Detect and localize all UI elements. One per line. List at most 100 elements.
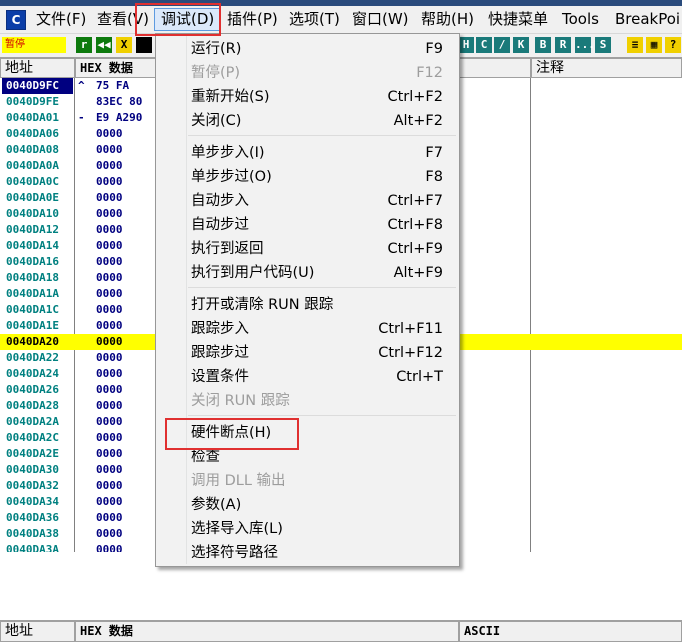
close-icon[interactable]: X [116, 37, 132, 53]
menu-item-label: 调用 DLL 输出 [191, 473, 286, 489]
debug-menu-item[interactable]: 选择符号路径 [191, 541, 443, 565]
source-icon[interactable]: S [595, 37, 611, 53]
menu-item-shortcut: Ctrl+F7 [387, 193, 443, 209]
row-hex-data: 0000 [96, 239, 123, 252]
handles-icon[interactable]: H [458, 37, 474, 53]
restart-icon[interactable]: r [76, 37, 92, 53]
row-address: 0040DA24 [6, 367, 59, 380]
run-trace-icon[interactable]: ... [575, 37, 595, 53]
annotation-box-hardware-breakpoint [165, 418, 299, 450]
menu-separator [188, 135, 456, 136]
menu-item-label: 单步步入(I) [191, 145, 265, 161]
debug-dropdown-menu: 运行(R) F9 暂停(P) F12 重新开始(S) Ctrl+F2 关闭(C) Alt+F2… [155, 33, 460, 567]
row-hex-data: 83EC 80 [96, 95, 143, 108]
row-hex-data: 0000 [96, 159, 123, 172]
menu-item-shortcut: Ctrl+T [396, 369, 443, 385]
dump-ascii-header[interactable]: ASCII [459, 621, 682, 642]
menu-separator [188, 287, 456, 288]
row-address: 0040DA2A [6, 415, 59, 428]
row-hex-data: 0000 [96, 431, 123, 444]
debug-menu-item[interactable]: 跟踪步过 Ctrl+F12 [191, 341, 443, 365]
debug-menu-item[interactable]: 选择导入库(L) [191, 517, 443, 541]
grid-icon[interactable]: ▦ [646, 37, 662, 53]
breakpoints-icon[interactable]: B [535, 37, 551, 53]
row-hex-data: 0000 [96, 255, 123, 268]
row-hex-data: 0000 [96, 447, 123, 460]
row-address: 0040DA1A [6, 287, 59, 300]
menu-help[interactable]: 帮助(H) [415, 9, 480, 30]
menu-plugins[interactable]: 插件(P) [221, 9, 284, 30]
row-hex-data: 0000 [96, 479, 123, 492]
debug-menu-item[interactable]: 重新开始(S) Ctrl+F2 [191, 85, 443, 109]
row-hex-data: 0000 [96, 399, 123, 412]
debug-menu-item[interactable]: 单步步入(I) F7 [191, 141, 443, 165]
row-address: 0040DA26 [6, 383, 59, 396]
row-hex-data: 0000 [96, 335, 123, 348]
row-hex-data: 0000 [96, 207, 123, 220]
row-address: 0040DA34 [6, 495, 59, 508]
menu-file[interactable]: 文件(F) [30, 9, 92, 30]
dump-hex-header[interactable]: HEX 数据 [75, 621, 459, 642]
menu-item-shortcut: Ctrl+F11 [378, 321, 443, 337]
dump-address-header[interactable]: 地址 [0, 621, 75, 642]
menu-item-shortcut: F9 [425, 41, 443, 57]
debug-menu-item[interactable]: 单步步过(O) F8 [191, 165, 443, 189]
rewind-icon[interactable]: ◀◀ [96, 37, 112, 53]
menu-item-label: 执行到返回 [191, 241, 264, 257]
menu-tools[interactable]: Tools [556, 9, 605, 30]
menu-item-shortcut: Alt+F9 [393, 265, 443, 281]
list-icon[interactable]: ≡ [627, 37, 643, 53]
row-address: 0040DA36 [6, 511, 59, 524]
call-stack-icon[interactable]: K [513, 37, 529, 53]
row-address: 0040DA1E [6, 319, 59, 332]
toolbar-button[interactable] [136, 37, 152, 53]
debug-menu-item[interactable]: 执行到用户代码(U) Alt+F9 [191, 261, 443, 285]
menu-item-shortcut: Alt+F2 [393, 113, 443, 129]
app-icon[interactable]: C [6, 10, 26, 30]
menu-options[interactable]: 选项(T) [283, 9, 346, 30]
row-address: 0040DA28 [6, 399, 59, 412]
debug-menu-item[interactable]: 关闭 RUN 跟踪 [191, 389, 443, 413]
menu-item-label: 自动步过 [191, 217, 249, 233]
debug-menu-item[interactable]: 运行(R) F9 [191, 37, 443, 61]
menu-item-shortcut: Ctrl+F12 [378, 345, 443, 361]
menu-item-shortcut: Ctrl+F2 [387, 89, 443, 105]
row-address: 0040DA16 [6, 255, 59, 268]
debug-menu-item[interactable]: 暂停(P) F12 [191, 61, 443, 85]
row-hex-data: 0000 [96, 287, 123, 300]
menu-breakpoint[interactable]: BreakPoi [609, 9, 682, 30]
debug-menu-item[interactable]: 调用 DLL 输出 [191, 469, 443, 493]
row-hex-data: 0000 [96, 415, 123, 428]
references-icon[interactable]: R [555, 37, 571, 53]
row-address: 0040D9FC [6, 79, 59, 92]
menu-window[interactable]: 窗口(W) [346, 9, 415, 30]
cpu-icon[interactable]: C [476, 37, 492, 53]
jump-marker: ^ [78, 79, 85, 92]
menu-item-label: 设置条件 [191, 369, 249, 385]
debug-menu-item[interactable]: 执行到返回 Ctrl+F9 [191, 237, 443, 261]
menu-bar: C 文件(F) 查看(V) 调试(D) 插件(P) 选项(T) 窗口(W) 帮助… [0, 6, 682, 34]
debug-menu-item[interactable]: 关闭(C) Alt+F2 [191, 109, 443, 133]
help-icon[interactable]: ? [665, 37, 681, 53]
menu-shortcuts[interactable]: 快捷菜单 [482, 9, 554, 30]
row-hex-data: 75 FA [96, 79, 130, 92]
menu-item-label: 打开或清除 RUN 跟踪 [191, 297, 334, 313]
annotation-box-debug-menu [135, 3, 221, 36]
row-address: 0040DA01 [6, 111, 59, 124]
debug-menu-item[interactable]: 自动步入 Ctrl+F7 [191, 189, 443, 213]
row-address: 0040DA12 [6, 223, 59, 236]
row-hex-data: 0000 [96, 463, 123, 476]
address-column-header[interactable]: 地址 [0, 58, 75, 78]
menu-item-label: 参数(A) [191, 497, 242, 513]
debug-menu-item[interactable]: 打开或清除 RUN 跟踪 [191, 293, 443, 317]
row-address: 0040DA38 [6, 527, 59, 540]
comment-column-header[interactable]: 注释 [531, 58, 682, 78]
debug-menu-item[interactable]: 自动步过 Ctrl+F8 [191, 213, 443, 237]
debug-menu-item[interactable]: 跟踪步入 Ctrl+F11 [191, 317, 443, 341]
row-address: 0040DA20 [6, 335, 59, 348]
row-hex-data: 0000 [96, 223, 123, 236]
patches-icon[interactable]: / [494, 37, 510, 53]
debug-menu-item[interactable]: 设置条件 Ctrl+T [191, 365, 443, 389]
debug-menu-item[interactable]: 参数(A) [191, 493, 443, 517]
row-hex-data: E9 A290 [96, 111, 143, 124]
